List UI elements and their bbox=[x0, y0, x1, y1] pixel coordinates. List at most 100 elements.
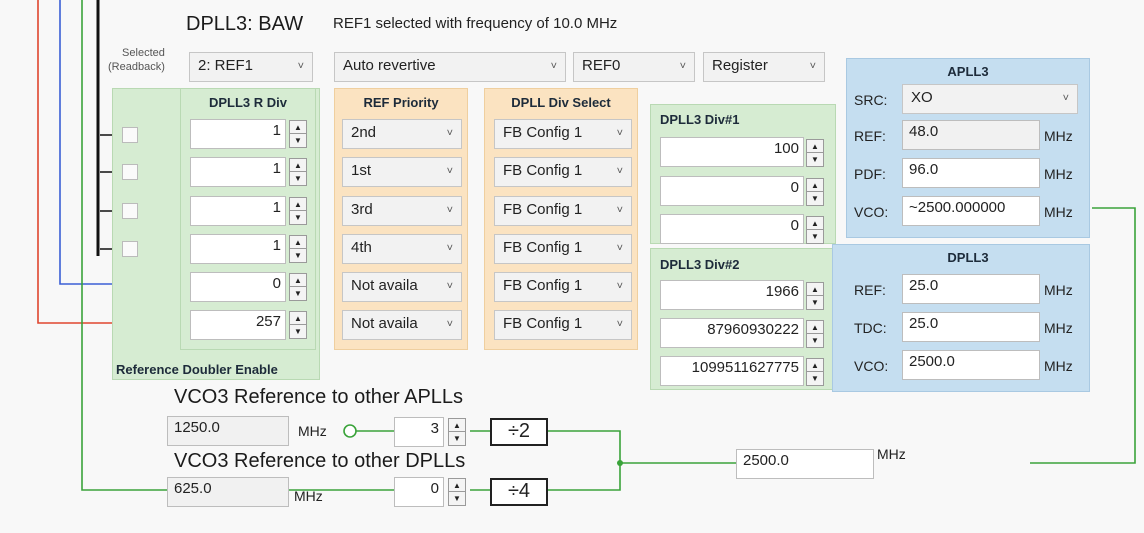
enable-toggle-icon bbox=[343, 424, 357, 438]
spinner-updown-icon[interactable]: ▲ ▼ bbox=[289, 197, 307, 225]
vco-ref-dplls-title: VCO3 Reference to other DPLLs bbox=[174, 450, 466, 472]
ref-priority-select[interactable]: 2nd ˅ bbox=[342, 119, 462, 149]
output-frequency-field[interactable]: 2500.0 bbox=[736, 449, 874, 479]
div1-field[interactable]: 0 bbox=[660, 214, 804, 244]
ref-priority-select[interactable]: 1st ˅ bbox=[342, 157, 462, 187]
div1-title: DPLL3 Div#1 bbox=[660, 112, 740, 127]
ref-priority-select[interactable]: 4th ˅ bbox=[342, 234, 462, 264]
divider-4-box: ÷4 bbox=[490, 478, 548, 506]
spinner-updown-icon[interactable]: ▲ ▼ bbox=[806, 282, 824, 310]
div-select-select-value: FB Config 1 bbox=[503, 201, 583, 218]
div-select-select[interactable]: FB Config 1 ˅ bbox=[494, 196, 632, 226]
vco-ref-dplls-div-field[interactable]: 0 bbox=[394, 477, 444, 507]
vco-ref-dplls-unit: MHz bbox=[294, 488, 323, 504]
div1-field[interactable]: 100 bbox=[660, 137, 804, 167]
div2-field[interactable]: 87960930222 bbox=[660, 318, 804, 348]
r-div-field[interactable]: 1 bbox=[190, 157, 286, 187]
spinner-updown-icon[interactable]: ▲ ▼ bbox=[289, 158, 307, 186]
output-frequency-unit: MHz bbox=[877, 446, 906, 462]
ref-priority-select[interactable]: 3rd ˅ bbox=[342, 196, 462, 226]
apll3-pdf-label: PDF: bbox=[854, 166, 886, 182]
doubler-checkbox[interactable] bbox=[122, 127, 138, 143]
div-select-select[interactable]: FB Config 1 ˅ bbox=[494, 310, 632, 340]
div-select-select[interactable]: FB Config 1 ˅ bbox=[494, 157, 632, 187]
div-select-select-value: FB Config 1 bbox=[503, 277, 583, 294]
div-select-select[interactable]: FB Config 1 ˅ bbox=[494, 119, 632, 149]
ref-priority-select-value: 1st bbox=[351, 162, 372, 179]
div-select-title: DPLL Div Select bbox=[511, 95, 611, 110]
doubler-checkbox[interactable] bbox=[122, 241, 138, 257]
apll3-src-select[interactable]: XO ˅ bbox=[902, 84, 1078, 114]
chevron-down-icon: ˅ bbox=[616, 280, 623, 293]
dpll3-ref-label: REF: bbox=[854, 282, 886, 298]
div-select-select[interactable]: FB Config 1 ˅ bbox=[494, 234, 632, 264]
spinner-updown-icon[interactable]: ▲ ▼ bbox=[289, 273, 307, 301]
dpll3-tdc-unit: MHz bbox=[1044, 320, 1073, 336]
chevron-down-icon: ˅ bbox=[297, 60, 304, 73]
doubler-checkbox[interactable] bbox=[122, 164, 138, 180]
div2-field[interactable]: 1099511627775 bbox=[660, 356, 804, 386]
div1-field[interactable]: 0 bbox=[660, 176, 804, 206]
dpll3-tdc-label: TDC: bbox=[854, 320, 887, 336]
readback-select[interactable]: 2: REF1 ˅ bbox=[189, 52, 313, 82]
chevron-down-icon: ˅ bbox=[446, 280, 453, 293]
spinner-updown-icon[interactable]: ▲ ▼ bbox=[289, 235, 307, 263]
page-title: DPLL3: BAW bbox=[186, 13, 304, 35]
spinner-updown-icon[interactable]: ▲ ▼ bbox=[448, 418, 466, 446]
dpll3-vco-field[interactable]: 2500.0 bbox=[902, 350, 1040, 380]
ref-priority-select[interactable]: Not availa ˅ bbox=[342, 310, 462, 340]
register-select-value: Register bbox=[712, 57, 768, 74]
apll3-ref-field: 48.0 bbox=[902, 120, 1040, 150]
chevron-down-icon: ˅ bbox=[446, 165, 453, 178]
chevron-down-icon: ˅ bbox=[616, 165, 623, 178]
r-div-field[interactable]: 1 bbox=[190, 119, 286, 149]
div2-field[interactable]: 1966 bbox=[660, 280, 804, 310]
dpll3-ref-field[interactable]: 25.0 bbox=[902, 274, 1040, 304]
dpll3-tdc-field[interactable]: 25.0 bbox=[902, 312, 1040, 342]
div-select-select-value: FB Config 1 bbox=[503, 124, 583, 141]
ref-select-value: REF0 bbox=[582, 57, 621, 74]
status-text: REF1 selected with frequency of 10.0 MHz bbox=[333, 15, 618, 32]
chevron-down-icon: ˅ bbox=[616, 318, 623, 331]
selected-readback-label: Selected (Readback) bbox=[108, 47, 165, 73]
r-div-field[interactable]: 257 bbox=[190, 310, 286, 340]
chevron-down-icon: ˅ bbox=[616, 242, 623, 255]
chevron-down-icon: ˅ bbox=[446, 204, 453, 217]
apll3-vco-field[interactable]: ~2500.000000 bbox=[902, 196, 1040, 226]
ref-priority-select-value: 4th bbox=[351, 239, 372, 256]
chevron-down-icon: ˅ bbox=[616, 127, 623, 140]
apll3-ref-label: REF: bbox=[854, 128, 886, 144]
r-div-field[interactable]: 1 bbox=[190, 234, 286, 264]
spinner-updown-icon[interactable]: ▲ ▼ bbox=[806, 139, 824, 167]
spinner-updown-icon[interactable]: ▲ ▼ bbox=[448, 478, 466, 506]
r-div-field[interactable]: 1 bbox=[190, 196, 286, 226]
div-select-select[interactable]: FB Config 1 ˅ bbox=[494, 272, 632, 302]
dpll3-vco-label: VCO: bbox=[854, 358, 889, 374]
spinner-updown-icon[interactable]: ▲ ▼ bbox=[806, 320, 824, 348]
vco-ref-aplls-div-field[interactable]: 3 bbox=[394, 417, 444, 447]
r-div-field[interactable]: 0 bbox=[190, 272, 286, 302]
spinner-updown-icon[interactable]: ▲ ▼ bbox=[289, 120, 307, 148]
doubler-checkbox[interactable] bbox=[122, 203, 138, 219]
spinner-updown-icon[interactable]: ▲ ▼ bbox=[806, 358, 824, 386]
div-select-select-value: FB Config 1 bbox=[503, 315, 583, 332]
spinner-updown-icon[interactable]: ▲ ▼ bbox=[806, 178, 824, 206]
ref-select[interactable]: REF0 ˅ bbox=[573, 52, 695, 82]
ref-priority-select[interactable]: Not availa ˅ bbox=[342, 272, 462, 302]
dpll3-ref-unit: MHz bbox=[1044, 282, 1073, 298]
chevron-down-icon: ˅ bbox=[1062, 92, 1069, 105]
apll3-src-value: XO bbox=[911, 89, 933, 106]
divider-2-box: ÷2 bbox=[490, 418, 548, 446]
apll3-pdf-field[interactable]: 96.0 bbox=[902, 158, 1040, 188]
div-select-select-value: FB Config 1 bbox=[503, 239, 583, 256]
dpll3-vco-unit: MHz bbox=[1044, 358, 1073, 374]
mode-select[interactable]: Auto revertive ˅ bbox=[334, 52, 566, 82]
apll3-vco-label: VCO: bbox=[854, 204, 889, 220]
spinner-updown-icon[interactable]: ▲ ▼ bbox=[806, 216, 824, 244]
r-div-title: DPLL3 R Div bbox=[208, 95, 287, 110]
dpll3-title: DPLL3 bbox=[947, 250, 989, 265]
spinner-updown-icon[interactable]: ▲ ▼ bbox=[289, 311, 307, 339]
vco-ref-aplls-field: 1250.0 bbox=[167, 416, 289, 446]
register-select[interactable]: Register ˅ bbox=[703, 52, 825, 82]
chevron-down-icon: ˅ bbox=[616, 204, 623, 217]
